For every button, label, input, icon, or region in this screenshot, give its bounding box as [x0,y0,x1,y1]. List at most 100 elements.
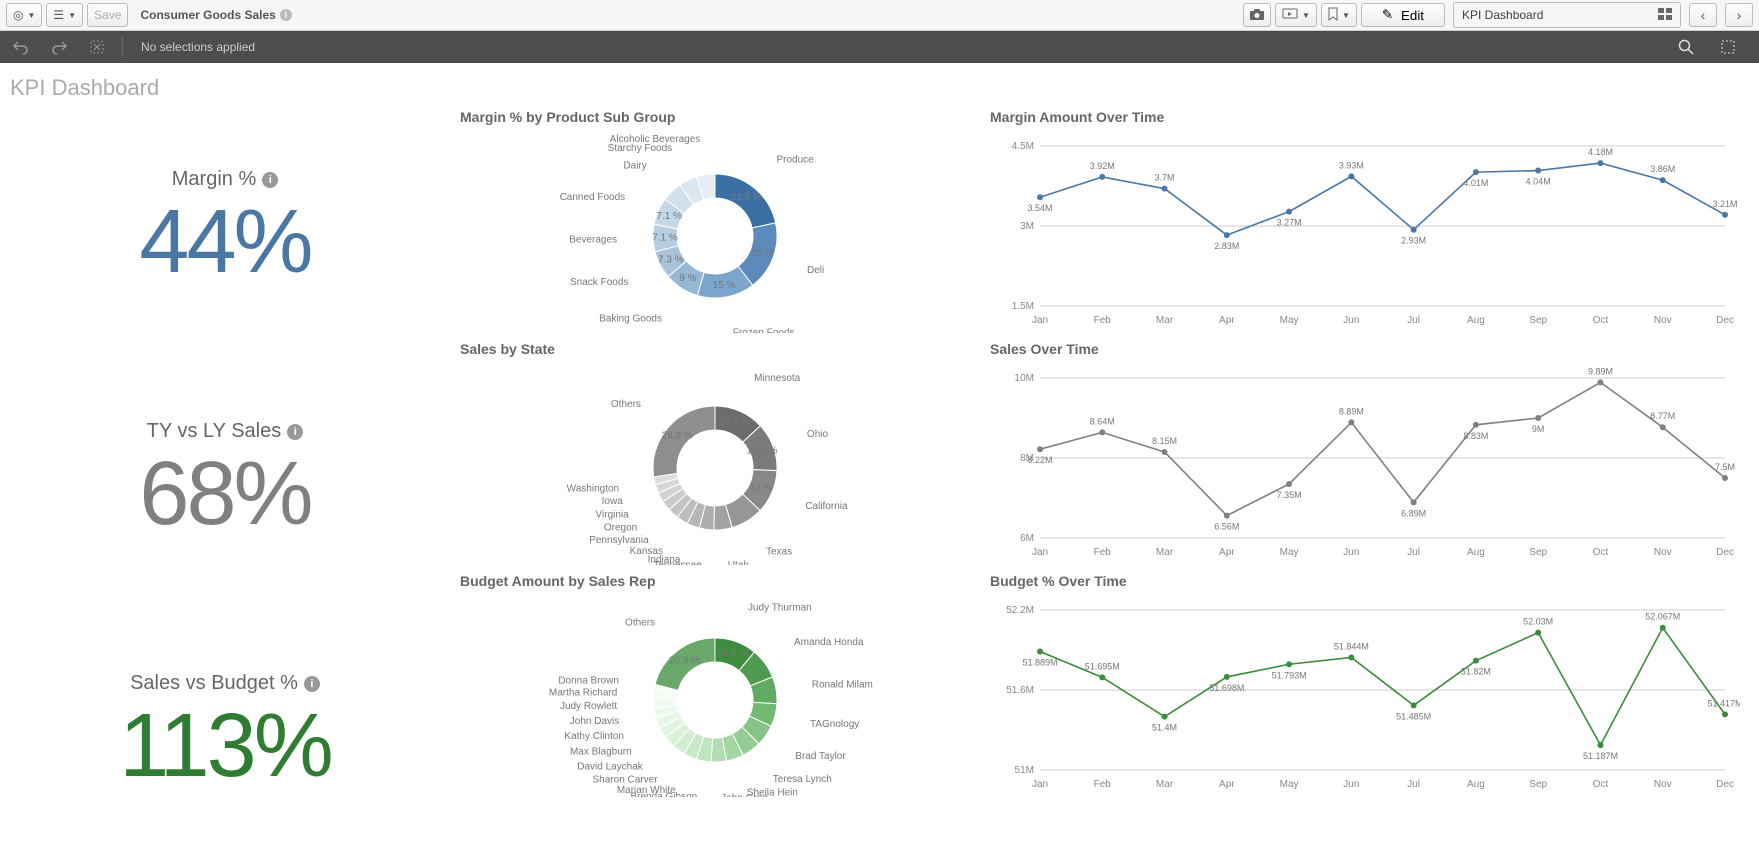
svg-text:18 %: 18 % [751,248,774,259]
kpi-margin[interactable]: Margin % i 44% [0,105,450,357]
svg-text:Jan: Jan [1032,547,1048,558]
kpi-label: Margin % [172,168,256,191]
expand-icon [1720,39,1736,55]
clear-selection-icon [89,39,105,55]
svg-text:Apr: Apr [1219,779,1235,790]
snapshot-button[interactable] [1243,3,1271,27]
svg-text:Pennsylvania: Pennsylvania [589,535,649,546]
chart-sales-over-time[interactable]: Sales Over Time 6M8M10MJanFebMarAprMayJu… [980,337,1750,569]
nav-menu-button[interactable]: ◎▼ [6,3,42,27]
svg-text:Others: Others [611,399,641,410]
chart-margin-by-subgroup[interactable]: Margin % by Product Sub Group Produce21.… [450,105,980,337]
svg-text:2.83M: 2.83M [1214,241,1239,251]
svg-text:8.83M: 8.83M [1463,431,1488,441]
sheet-selector-label: KPI Dashboard [1462,8,1543,22]
svg-text:51.793M: 51.793M [1272,670,1307,680]
svg-text:Minnesota: Minnesota [754,373,801,384]
svg-text:51M: 51M [1015,765,1034,776]
svg-text:51.698M: 51.698M [1209,683,1244,693]
svg-text:13.8 %: 13.8 % [719,417,750,428]
svg-text:10M: 10M [1015,373,1034,384]
svg-text:California: California [805,501,848,512]
info-icon[interactable]: i [287,424,303,440]
prev-sheet-button[interactable]: ‹ [1689,3,1717,27]
svg-text:TAGnology: TAGnology [810,719,859,730]
svg-text:8.22M: 8.22M [1027,455,1052,465]
svg-text:Apr: Apr [1219,547,1235,558]
step-forward-button[interactable] [46,36,72,58]
donut-chart: Minnesota13.8 %Ohio13.3 %California12 %T… [460,361,970,565]
svg-text:28.8 %: 28.8 % [662,430,693,441]
svg-text:Feb: Feb [1094,779,1112,790]
svg-text:3M: 3M [1020,221,1034,232]
svg-text:7.5M: 7.5M [1715,462,1735,472]
donut-chart: Produce21.6 %Deli18 %Frozen Foods15 %Bak… [460,129,970,333]
chart-budget-by-rep[interactable]: Budget Amount by Sales Rep Judy Thurman1… [450,569,980,801]
sheet-title: KPI Dashboard [0,63,1759,105]
story-button[interactable]: ▼ [1275,3,1317,27]
svg-text:4.01M: 4.01M [1463,178,1488,188]
svg-text:Brad Taylor: Brad Taylor [795,751,846,762]
svg-text:Canned Foods: Canned Foods [560,192,626,203]
svg-text:John Greg: John Greg [721,793,768,797]
chart-title: Budget % Over Time [990,573,1740,589]
svg-text:Nov: Nov [1654,779,1672,790]
svg-text:Judy Thurman: Judy Thurman [748,603,812,614]
svg-text:Max Blagburn: Max Blagburn [570,747,632,758]
donut-chart: Judy Thurman10.9 %Amanda HondaRonald Mil… [460,593,970,797]
svg-text:Ohio: Ohio [807,429,829,440]
svg-text:Iowa: Iowa [602,496,624,507]
kpi-sales-vs-budget[interactable]: Sales vs Budget % i 113% [0,609,450,861]
svg-text:8.15M: 8.15M [1152,436,1177,446]
chevron-right-icon: › [1737,7,1742,23]
clear-selections-button[interactable] [84,36,110,58]
bookmark-button[interactable]: ▼ [1321,3,1357,27]
svg-text:Baking Goods: Baking Goods [599,313,662,324]
svg-text:51.6M: 51.6M [1006,685,1034,696]
search-button[interactable] [1673,36,1699,58]
list-menu-button[interactable]: ☰▼ [46,3,83,27]
donut-column: Margin % by Product Sub Group Produce21.… [450,105,980,861]
svg-text:Utah: Utah [728,560,749,565]
step-back-button[interactable] [8,36,34,58]
svg-text:Teresa Lynch: Teresa Lynch [773,774,832,785]
svg-text:Aug: Aug [1467,547,1485,558]
chart-sales-by-state[interactable]: Sales by State Minnesota13.8 %Ohio13.3 %… [450,337,980,569]
svg-text:May: May [1280,315,1299,326]
svg-text:4.04M: 4.04M [1526,177,1551,187]
edit-button[interactable]: ✎ Edit [1361,3,1445,27]
edit-label: Edit [1401,8,1424,23]
svg-text:7.1 %: 7.1 % [656,211,682,222]
svg-text:9 %: 9 % [679,273,696,284]
save-button[interactable]: Save [87,3,128,27]
svg-text:7.3 %: 7.3 % [658,254,684,265]
selection-status-text: No selections applied [141,40,255,54]
svg-text:Nov: Nov [1654,547,1672,558]
svg-text:Kansas: Kansas [630,546,663,557]
svg-text:Jul: Jul [1407,547,1420,558]
info-icon[interactable]: i [262,172,278,188]
svg-text:Alcoholic Beverages: Alcoholic Beverages [610,134,701,145]
chart-margin-over-time[interactable]: Margin Amount Over Time 1.5M3M4.5MJanFeb… [980,105,1750,337]
svg-text:4.18M: 4.18M [1588,147,1613,157]
svg-text:Frozen Foods: Frozen Foods [733,327,795,333]
svg-text:Oct: Oct [1593,547,1609,558]
svg-text:51.187M: 51.187M [1583,751,1618,761]
info-icon[interactable]: i [280,9,292,21]
kpi-ty-vs-ly[interactable]: TY vs LY Sales i 68% [0,357,450,609]
svg-text:Mar: Mar [1156,315,1174,326]
next-sheet-button[interactable]: › [1725,3,1753,27]
svg-text:6.56M: 6.56M [1214,522,1239,532]
svg-text:20.9 %: 20.9 % [669,655,700,666]
selections-tool-button[interactable] [1715,36,1741,58]
chevron-down-icon: ▼ [1342,11,1350,20]
svg-text:Judy Rowlett: Judy Rowlett [560,701,617,712]
svg-text:Donna Brown: Donna Brown [558,676,619,687]
chart-budget-over-time[interactable]: Budget % Over Time 51M51.6M52.2MJanFebMa… [980,569,1750,801]
svg-text:Virginia: Virginia [596,509,630,520]
info-icon[interactable]: i [304,676,320,692]
svg-text:3.54M: 3.54M [1027,203,1052,213]
svg-text:May: May [1280,547,1299,558]
svg-text:Deli: Deli [807,265,824,276]
sheet-selector[interactable]: KPI Dashboard [1453,2,1681,28]
